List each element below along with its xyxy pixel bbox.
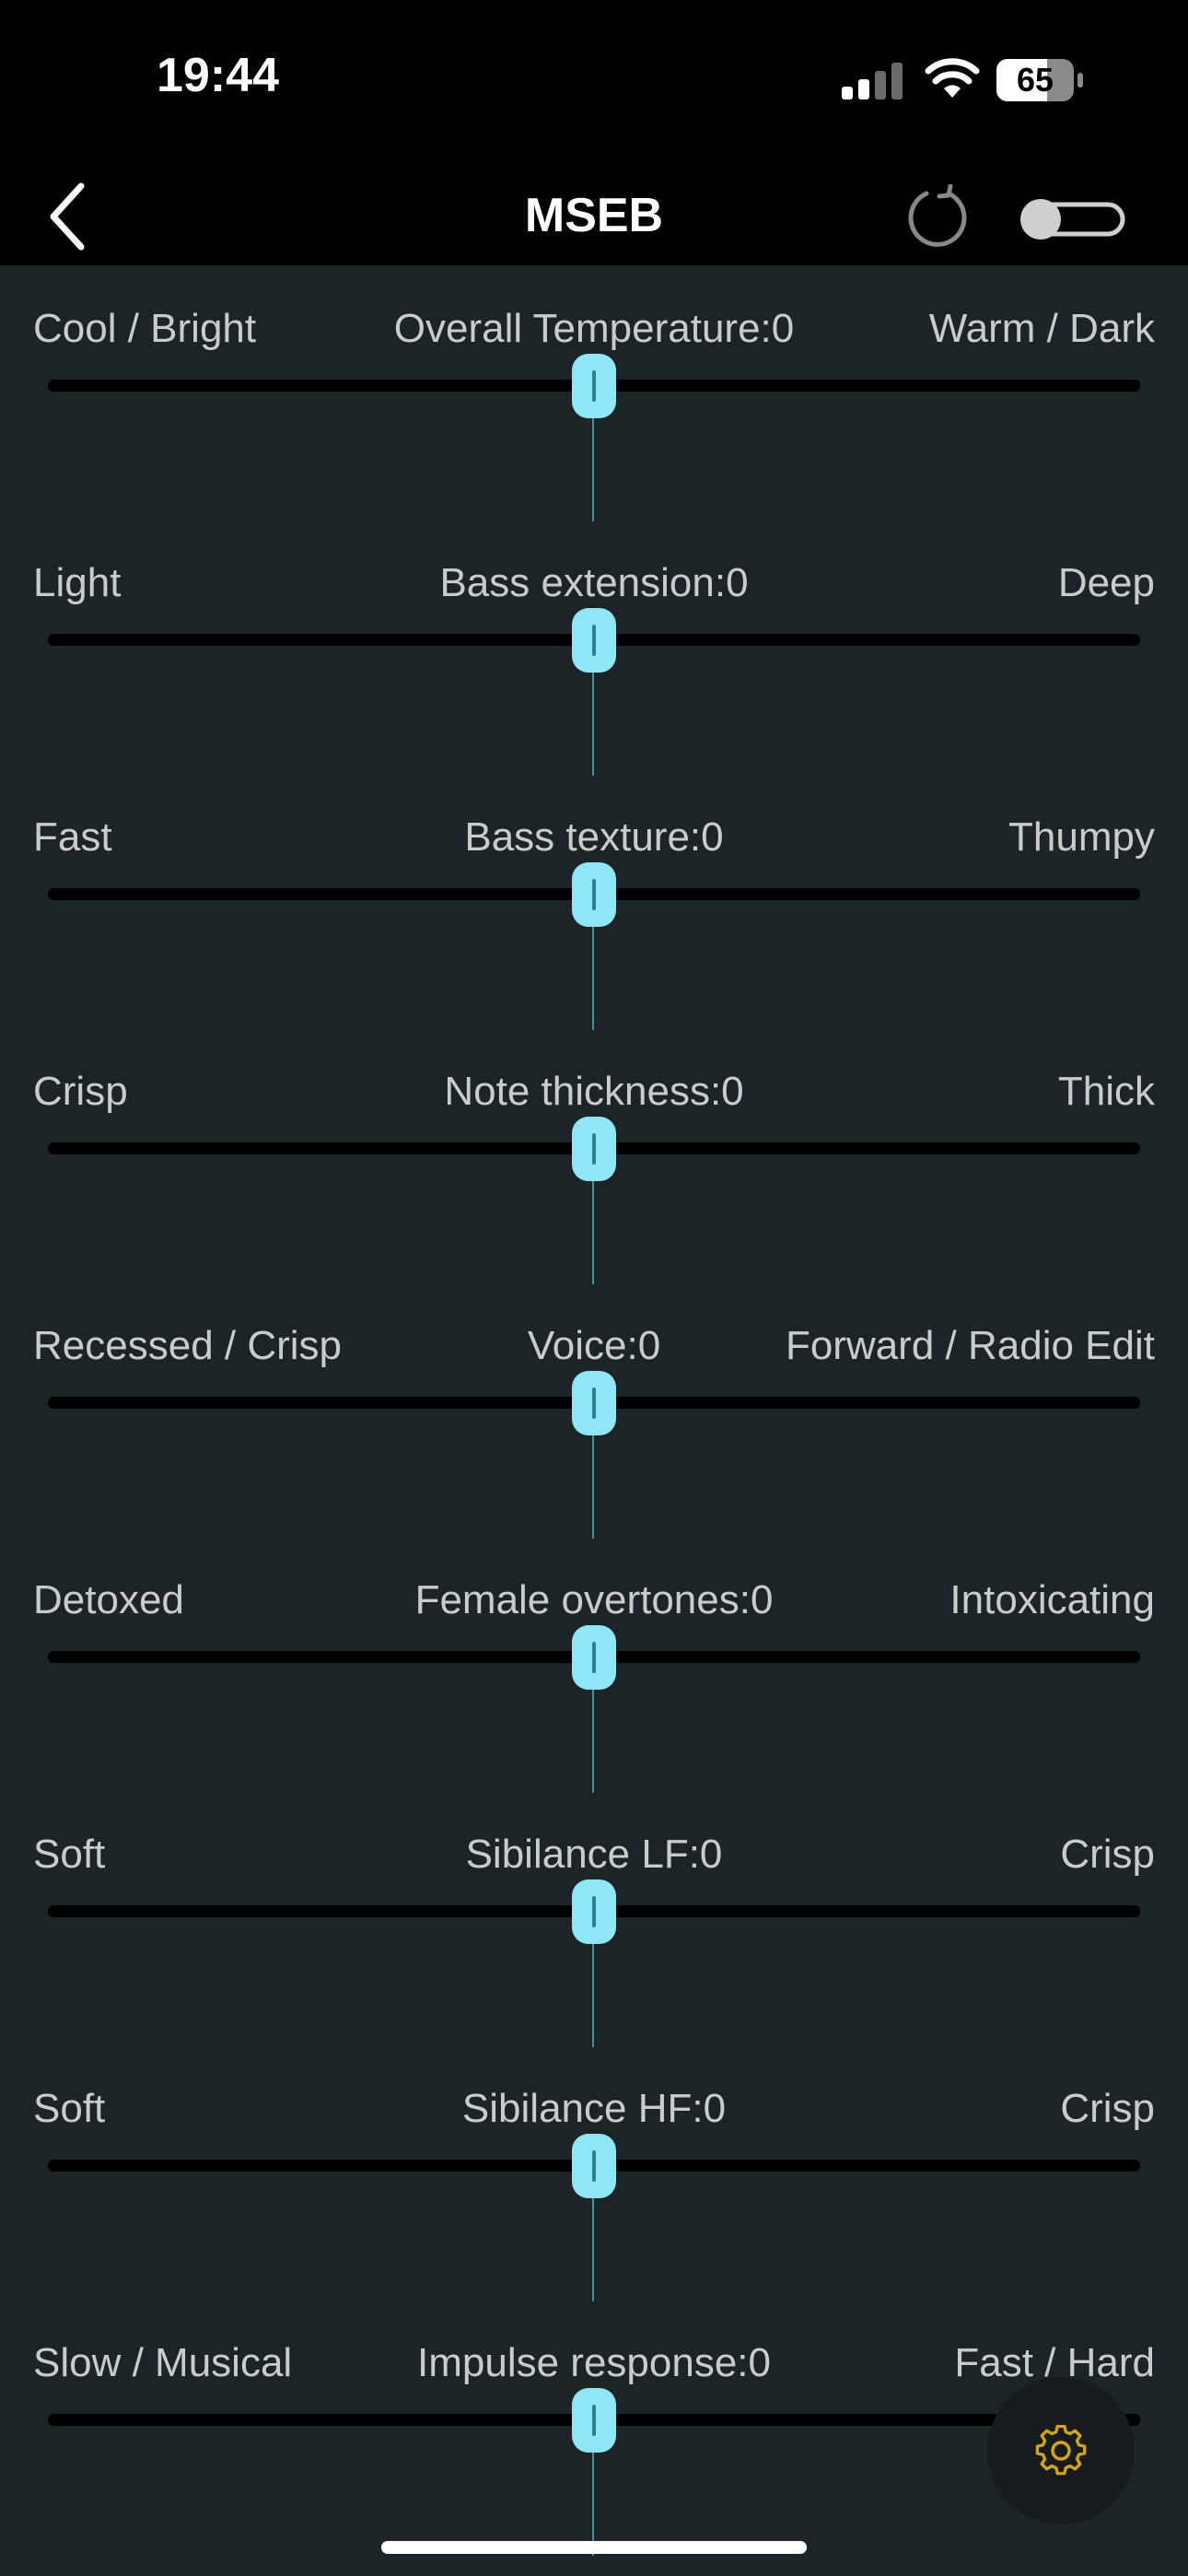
slider-thumb[interactable] <box>572 1879 616 1944</box>
slider-row: Crisp Note thickness:0 Thick <box>0 1041 1188 1295</box>
slider-title: Bass extension:0 <box>439 560 749 605</box>
wifi-icon <box>925 58 980 98</box>
settings-button[interactable] <box>987 2377 1135 2524</box>
slider-right-label: Crisp <box>1060 1832 1155 1877</box>
slider-row: Detoxed Female overtones:0 Intoxicating <box>0 1550 1188 1804</box>
slider-right-label: Deep <box>1057 560 1155 605</box>
status-time: 19:44 <box>157 49 279 102</box>
slider-row: Light Bass extension:0 Deep <box>0 533 1188 787</box>
enable-toggle[interactable] <box>1019 195 1125 243</box>
slider-right-label: Thumpy <box>1008 814 1155 860</box>
gear-icon <box>1035 2425 1087 2476</box>
slider-right-label: Forward / Radio Edit <box>785 1323 1155 1368</box>
slider-title: Note thickness:0 <box>444 1069 744 1114</box>
slider-row: Cool / Bright Overall Temperature:0 Warm /… <box>0 278 1188 533</box>
slider-thumb[interactable] <box>572 354 616 418</box>
slider-right-label: Warm / Dark <box>928 306 1155 351</box>
slider-row: Recessed / Crisp Voice:0 Forward / Radio E… <box>0 1295 1188 1550</box>
page-title: MSEB <box>524 189 664 242</box>
slider-right-label: Crisp <box>1060 2086 1155 2131</box>
slider-thumb[interactable] <box>572 1117 616 1181</box>
slider-right-label: Thick <box>1057 1069 1155 1114</box>
slider-row: Soft Sibilance HF:0 Crisp <box>0 2058 1188 2313</box>
slider-thumb[interactable] <box>572 1625 616 1690</box>
slider-row: Fast Bass texture:0 Thumpy <box>0 787 1188 1041</box>
home-indicator <box>381 2541 807 2554</box>
slider-title: Sibilance LF:0 <box>465 1832 723 1877</box>
reset-icon[interactable] <box>903 184 971 252</box>
battery-percent: 65 <box>1016 61 1054 99</box>
cellular-signal-icon <box>842 63 903 100</box>
slider-thumb[interactable] <box>572 862 616 927</box>
slider-thumb[interactable] <box>572 608 616 673</box>
slider-right-label: Intoxicating <box>949 1577 1155 1622</box>
slider-thumb[interactable] <box>572 2388 616 2453</box>
slider-title: Sibilance HF:0 <box>461 2086 727 2131</box>
slider-thumb[interactable] <box>572 2134 616 2198</box>
slider-row: Soft Sibilance LF:0 Crisp <box>0 1804 1188 2058</box>
slider-thumb[interactable] <box>572 1371 616 1435</box>
